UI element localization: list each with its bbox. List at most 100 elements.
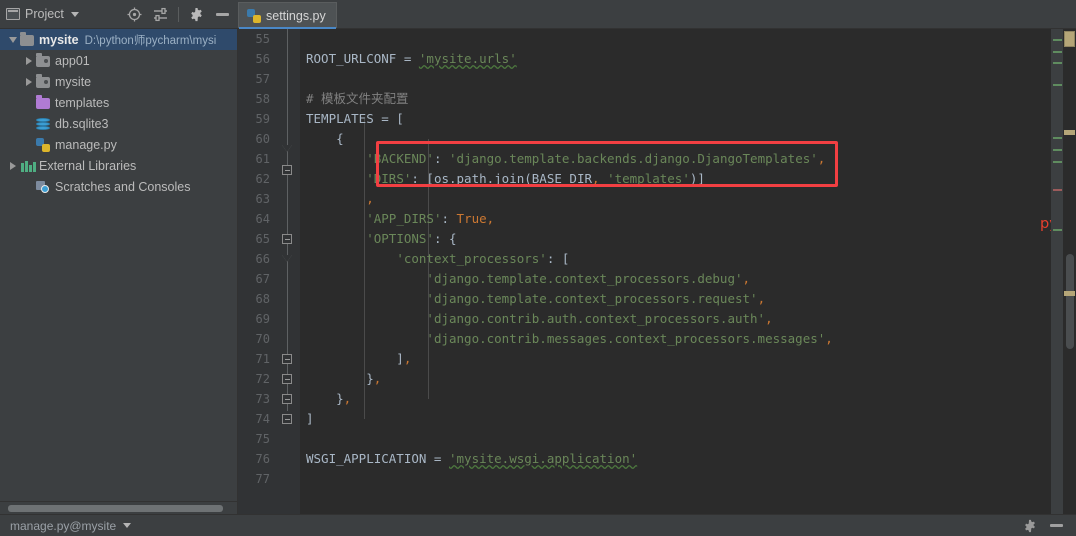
- marker[interactable]: [1053, 137, 1062, 139]
- line-number: 58: [255, 92, 270, 106]
- tree-item-label: External Libraries: [39, 158, 137, 173]
- code-line[interactable]: },: [300, 389, 1051, 409]
- fold-marker[interactable]: [282, 165, 292, 175]
- line-number: 75: [255, 432, 270, 446]
- fold-marker[interactable]: [282, 394, 292, 404]
- fold-marker[interactable]: [282, 374, 292, 384]
- line-number: 65: [255, 232, 270, 246]
- fold-marker[interactable]: [282, 354, 292, 364]
- code-line[interactable]: 'OPTIONS': {: [300, 229, 1051, 249]
- project-tree-horizontal-scrollbar[interactable]: [0, 501, 237, 514]
- marker[interactable]: [1053, 149, 1062, 151]
- project-window-icon: [6, 8, 20, 20]
- tree-item-label: Scratches and Consoles: [55, 179, 191, 194]
- marker[interactable]: [1053, 39, 1062, 41]
- tree-item-app01[interactable]: app01: [0, 50, 237, 71]
- fold-marker[interactable]: [282, 255, 292, 262]
- code-line[interactable]: 'APP_DIRS': True,: [300, 209, 1051, 229]
- marker[interactable]: [1053, 62, 1062, 64]
- marker[interactable]: [1053, 229, 1062, 231]
- folder-template-icon: [35, 95, 51, 111]
- line-number: 60: [255, 132, 270, 146]
- marker[interactable]: [1053, 51, 1062, 53]
- chevron-down-icon[interactable]: [123, 523, 132, 528]
- folder-module-icon: [35, 74, 51, 90]
- scrollbar-thumb[interactable]: [1066, 254, 1074, 349]
- code-editor[interactable]: 55 56 57 58 59 60 61 62 63 64 65 66 67 68 69 70 71 72 73 74…: [238, 29, 1076, 514]
- status-bar: manage.py@mysite: [0, 514, 1076, 536]
- expand-arrow-icon[interactable]: [22, 77, 35, 86]
- toolbar-divider: [178, 6, 179, 22]
- code-line[interactable]: },: [300, 369, 1051, 389]
- code-line[interactable]: 'BACKEND': 'django.template.backends.dja…: [300, 149, 1051, 169]
- collapse-all-icon[interactable]: [152, 6, 169, 23]
- marker[interactable]: [1053, 161, 1062, 163]
- code-line[interactable]: 'context_processors': [: [300, 249, 1051, 269]
- tree-item-external-libraries[interactable]: External Libraries: [0, 155, 237, 176]
- marker[interactable]: [1053, 84, 1062, 86]
- chevron-down-icon[interactable]: [70, 11, 79, 17]
- line-number: 63: [255, 192, 270, 206]
- code-line[interactable]: 'django.contrib.messages.context_process…: [300, 329, 1051, 349]
- code-line[interactable]: 'django.template.context_processors.requ…: [300, 289, 1051, 309]
- code-content[interactable]: ROOT_URLCONF = 'mysite.urls' # 模板文件夹配置 TEM…: [300, 29, 1051, 514]
- code-line[interactable]: [300, 429, 1051, 449]
- line-number: 67: [255, 272, 270, 286]
- tree-item-db-sqlite3[interactable]: db.sqlite3: [0, 113, 237, 134]
- code-line[interactable]: TEMPLATES = [: [300, 109, 1051, 129]
- top-row: Project settings.py: [0, 0, 1076, 29]
- tree-item-manage-py[interactable]: manage.py: [0, 134, 237, 155]
- python-file-icon: [35, 137, 51, 153]
- code-line[interactable]: ROOT_URLCONF = 'mysite.urls': [300, 49, 1051, 69]
- line-number: 66: [255, 252, 270, 266]
- scrollbar-mark: [1064, 291, 1075, 296]
- tree-item-mysite-root[interactable]: mysite D:\python师pycharm\mysi: [0, 29, 237, 50]
- code-line[interactable]: ,: [300, 189, 1051, 209]
- code-line[interactable]: 'DIRS': [os.path.join(BASE_DIR, 'templat…: [300, 169, 1051, 189]
- project-tool-window-title[interactable]: Project: [6, 7, 79, 21]
- run-configuration-selector[interactable]: manage.py@mysite: [0, 518, 132, 533]
- settings-gear-icon[interactable]: [1022, 518, 1037, 533]
- select-opened-file-icon[interactable]: [126, 6, 143, 23]
- code-line[interactable]: [300, 469, 1051, 489]
- hide-panel-icon[interactable]: [1049, 518, 1064, 533]
- code-line[interactable]: ],: [300, 349, 1051, 369]
- error-marker-bar[interactable]: [1051, 29, 1063, 514]
- line-number: 59: [255, 112, 270, 126]
- line-number: 77: [255, 472, 270, 486]
- fold-marker[interactable]: [282, 234, 292, 244]
- expand-arrow-icon[interactable]: [22, 56, 35, 65]
- folder-module-icon: [35, 53, 51, 69]
- editor-gutter[interactable]: 55 56 57 58 59 60 61 62 63 64 65 66 67 68 69 70 71 72 73 74…: [238, 29, 300, 514]
- main-area: mysite D:\python师pycharm\mysi app01 mysi…: [0, 29, 1076, 514]
- tree-item-mysite-module[interactable]: mysite: [0, 71, 237, 92]
- code-line[interactable]: ]: [300, 409, 1051, 429]
- code-line[interactable]: 'django.template.context_processors.debu…: [300, 269, 1051, 289]
- project-tool-window: mysite D:\python师pycharm\mysi app01 mysi…: [0, 29, 238, 514]
- code-folding-column[interactable]: [278, 29, 300, 514]
- code-line[interactable]: 'django.contrib.auth.context_processors.…: [300, 309, 1051, 329]
- fold-marker[interactable]: [282, 145, 292, 152]
- hide-panel-icon[interactable]: [214, 6, 231, 23]
- tree-item-scratches-and-consoles[interactable]: Scratches and Consoles: [0, 176, 237, 197]
- fold-marker[interactable]: [282, 414, 292, 424]
- code-line[interactable]: [300, 29, 1051, 49]
- marker[interactable]: [1053, 189, 1062, 191]
- expand-arrow-icon[interactable]: [6, 161, 19, 170]
- tree-item-templates[interactable]: templates: [0, 92, 237, 113]
- code-line[interactable]: WSGI_APPLICATION = 'mysite.wsgi.applicat…: [300, 449, 1051, 469]
- expand-arrow-icon[interactable]: [6, 36, 19, 43]
- line-number: 74: [255, 412, 270, 426]
- line-number: 56: [255, 52, 270, 66]
- editor-vertical-scrollbar[interactable]: [1063, 29, 1076, 514]
- run-configuration-label: manage.py@mysite: [10, 518, 117, 533]
- project-toolbar-icons: [126, 6, 238, 23]
- code-line[interactable]: {: [300, 129, 1051, 149]
- code-line[interactable]: [300, 69, 1051, 89]
- settings-gear-icon[interactable]: [188, 6, 205, 23]
- tab-settings-py[interactable]: settings.py: [238, 2, 337, 29]
- project-path: D:\python师pycharm\mysi: [84, 34, 217, 47]
- tree-item-label: manage.py: [55, 137, 117, 152]
- code-line[interactable]: # 模板文件夹配置: [300, 89, 1051, 109]
- scrollbar-thumb[interactable]: [8, 505, 223, 512]
